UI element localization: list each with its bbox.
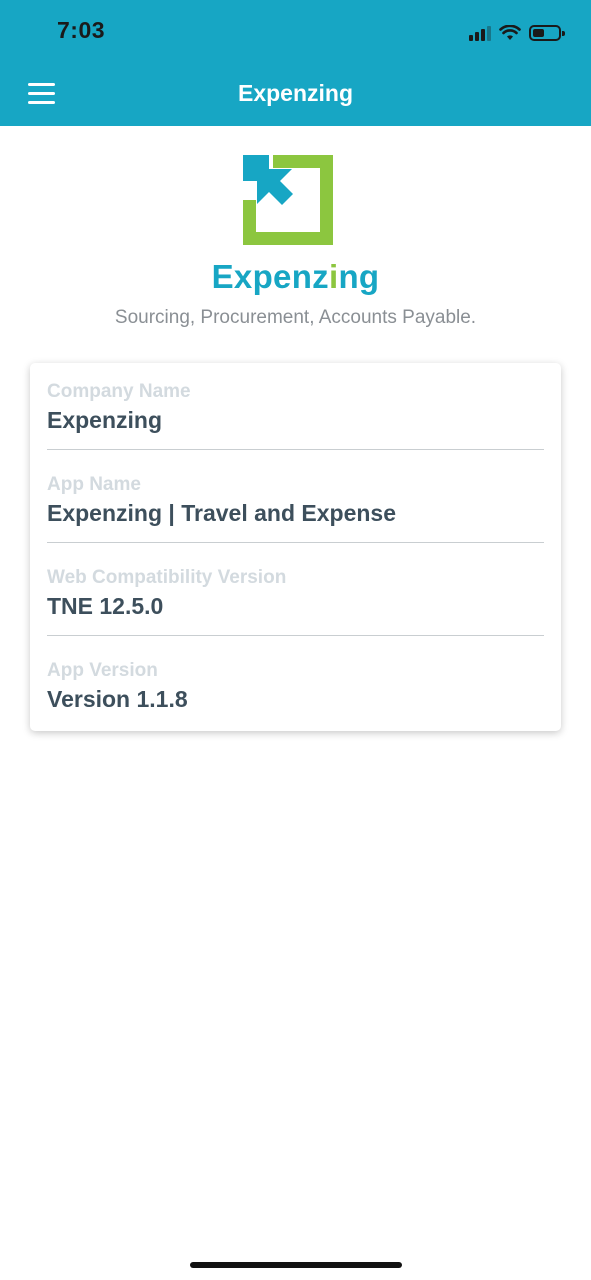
- brand-tagline: Sourcing, Procurement, Accounts Payable.: [114, 307, 477, 328]
- divider: [47, 542, 544, 543]
- field-value: Expenzing: [47, 407, 163, 433]
- field-label: App Name: [47, 474, 141, 495]
- app-name-field: App Name Expenzing | Travel and Expense: [47, 456, 544, 549]
- company-name-field: Company Name Expenzing: [47, 363, 544, 456]
- field-label: Web Compatibility Version: [47, 567, 287, 588]
- page-title: Expenzing: [237, 80, 353, 106]
- home-indicator[interactable]: [190, 1262, 402, 1268]
- app-info-card: Company Name Expenzing App Name Expenzin…: [30, 363, 561, 731]
- app-version-field: App Version Version 1.1.8: [47, 642, 544, 735]
- field-label: Company Name: [47, 381, 191, 402]
- field-value: Version 1.1.8: [47, 686, 188, 712]
- battery-icon: [529, 25, 565, 41]
- status-time: 7:03: [57, 17, 106, 43]
- divider: [47, 449, 544, 450]
- cellular-signal-icon: [469, 25, 491, 41]
- field-label: App Version: [47, 660, 158, 681]
- web-compatibility-version-field: Web Compatibility Version TNE 12.5.0: [47, 549, 544, 642]
- status-icons: [469, 22, 565, 44]
- field-value: TNE 12.5.0: [47, 593, 164, 619]
- wifi-icon: [499, 25, 521, 40]
- brand-name: Expenzing: [211, 258, 380, 295]
- field-value: Expenzing | Travel and Expense: [47, 500, 396, 526]
- divider: [47, 635, 544, 636]
- app-header: 7:03 Expenzing: [0, 0, 591, 126]
- expenzing-logo-icon: [243, 155, 333, 245]
